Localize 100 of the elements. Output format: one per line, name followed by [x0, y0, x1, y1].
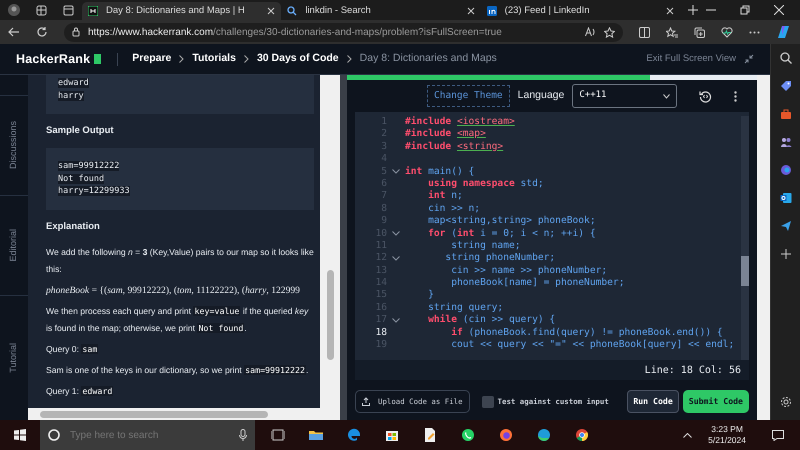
chevron-right-icon	[179, 55, 184, 63]
horizontal-scrollbar[interactable]	[28, 408, 320, 420]
edge-legacy-icon[interactable]	[347, 428, 361, 442]
code-line: cout << query << "=" << phoneBook[query] << endl;	[450, 339, 734, 352]
chevron-right-icon	[244, 55, 249, 63]
document-icon[interactable]	[423, 428, 437, 442]
editor-scrollbar[interactable]	[741, 116, 749, 360]
fold-chevron-icon[interactable]	[392, 318, 400, 323]
collections-icon[interactable]	[694, 26, 705, 38]
favorite-star-icon[interactable]	[604, 26, 615, 38]
code-line: int n;	[427, 190, 463, 203]
linkedin-icon	[486, 6, 497, 16]
copilot-icon[interactable]	[776, 25, 792, 39]
section-heading: Sample Output	[46, 124, 115, 138]
notification-icon[interactable]	[772, 430, 784, 440]
people-icon[interactable]	[780, 136, 792, 148]
code-line: phoneBook[name] = phoneNumber;	[450, 277, 624, 290]
lock-icon	[72, 27, 80, 37]
upload-icon	[362, 397, 370, 406]
briefcase-icon[interactable]	[780, 108, 792, 120]
change-theme-button[interactable]: Change Theme	[427, 84, 510, 108]
fold-chevron-icon[interactable]	[392, 169, 400, 174]
language-label: Language	[518, 88, 564, 104]
tab-actions-icon[interactable]	[63, 4, 74, 16]
vertical-scrollbar[interactable]	[320, 75, 340, 420]
breadcrumb-link[interactable]: Day 8: Dictionaries and Maps	[360, 51, 497, 67]
browser-tab[interactable]: linkdin - Search	[281, 2, 481, 20]
restore-icon[interactable]	[740, 5, 750, 15]
browser-tab[interactable]: (23) Feed | LinkedIn	[480, 2, 680, 20]
read-aloud-icon[interactable]	[585, 27, 596, 37]
back-icon[interactable]	[8, 26, 20, 38]
address-bar[interactable]: https://www.hackerrank.com/challenges/30-dictionaries-and-maps/problem?isFullScreen=true	[64, 22, 623, 42]
taskbar-search-field[interactable]: Type here to search	[68, 426, 231, 444]
code-block: sam=99912222 Not found harry=12299933	[46, 148, 314, 210]
reset-code-icon[interactable]	[699, 90, 712, 102]
side-tab[interactable]: Discussions	[7, 121, 21, 170]
language-select[interactable]: C++11	[572, 84, 677, 108]
side-tab[interactable]: Tutorial	[7, 343, 21, 373]
close-icon[interactable]	[774, 5, 784, 15]
collapse-icon[interactable]	[744, 54, 754, 64]
more-vertical-icon[interactable]	[734, 90, 737, 102]
folder-icon[interactable]	[309, 428, 323, 442]
side-tab[interactable]: Editorial	[7, 229, 21, 262]
formula: phoneBook = {(sam, 99912222), (tom, 11122222), (harry, 122999	[46, 284, 301, 298]
windows-start-icon[interactable]	[14, 429, 26, 441]
breadcrumb-link[interactable]: 30 Days of Code	[256, 51, 339, 67]
exit-fullscreen-link[interactable]: Exit Full Screen View	[646, 52, 736, 66]
fold-chevron-icon[interactable]	[392, 231, 400, 236]
add-icon[interactable]	[780, 248, 792, 260]
paragraph: Query 1: edward	[46, 385, 114, 398]
new-tab-icon[interactable]	[688, 5, 698, 15]
settings-icon[interactable]	[780, 396, 792, 408]
profile-icon[interactable]	[8, 4, 20, 16]
splitter-handle[interactable]	[340, 75, 347, 420]
search-icon[interactable]	[780, 52, 792, 64]
favorites-icon[interactable]	[666, 26, 678, 38]
code-line: cin >> n;	[427, 202, 480, 216]
close-icon[interactable]	[666, 7, 674, 15]
tag-icon[interactable]	[780, 80, 792, 92]
chrome-icon[interactable]	[575, 428, 589, 442]
site-icon	[88, 6, 98, 16]
chevron-down-icon	[663, 94, 670, 98]
task-view-icon[interactable]	[271, 428, 285, 442]
code-line: for (int i = 0; i < n; ++i) {	[427, 228, 596, 240]
store-icon[interactable]	[385, 428, 399, 442]
chevron-up-icon[interactable]	[683, 432, 692, 438]
refresh-icon[interactable]	[36, 26, 48, 38]
edge-icon[interactable]	[537, 428, 551, 442]
code-line: string name;	[450, 240, 521, 252]
more-icon[interactable]	[749, 30, 760, 34]
code-line: map<string,string> phoneBook;	[427, 215, 596, 228]
logo-text[interactable]: HackerRank	[16, 50, 90, 68]
copilot-icon[interactable]	[780, 164, 792, 176]
microphone-icon[interactable]	[239, 429, 247, 441]
section-heading: Explanation	[46, 220, 101, 234]
run-code-button[interactable]: Run Code	[627, 390, 679, 413]
paragraph: Query 0: sam	[46, 343, 100, 356]
breadcrumb-link[interactable]: Prepare	[132, 51, 172, 67]
workspaces-icon[interactable]	[36, 4, 47, 16]
outlook-icon[interactable]	[780, 192, 792, 204]
cursor-position: Line: 18 Col: 56	[644, 364, 741, 378]
close-icon[interactable]	[466, 7, 475, 15]
page-scrollbar[interactable]	[757, 75, 770, 420]
taskbar-search-box[interactable]: Type here to search	[40, 420, 255, 450]
firefox-icon[interactable]	[499, 428, 513, 442]
submit-code-button[interactable]: Submit Code	[682, 390, 749, 413]
fold-chevron-icon[interactable]	[392, 256, 400, 261]
logo-square-icon	[94, 54, 102, 64]
clock[interactable]: 3:23 PM 5/21/2024	[708, 424, 746, 446]
browser-tab[interactable]: Day 8: Dictionaries and Maps | H	[82, 2, 282, 20]
code-line: while (cin >> query) {	[427, 314, 556, 327]
close-icon[interactable]	[267, 7, 276, 15]
send-icon[interactable]	[780, 220, 792, 232]
cortana-icon	[48, 429, 60, 441]
checkbox[interactable]	[482, 396, 494, 408]
breadcrumb-link[interactable]: Tutorials	[192, 51, 236, 67]
whatsapp-icon[interactable]	[461, 428, 475, 442]
split-screen-icon[interactable]	[639, 26, 650, 38]
heart-pulse-icon[interactable]	[721, 26, 733, 38]
code-line: }	[427, 289, 434, 302]
